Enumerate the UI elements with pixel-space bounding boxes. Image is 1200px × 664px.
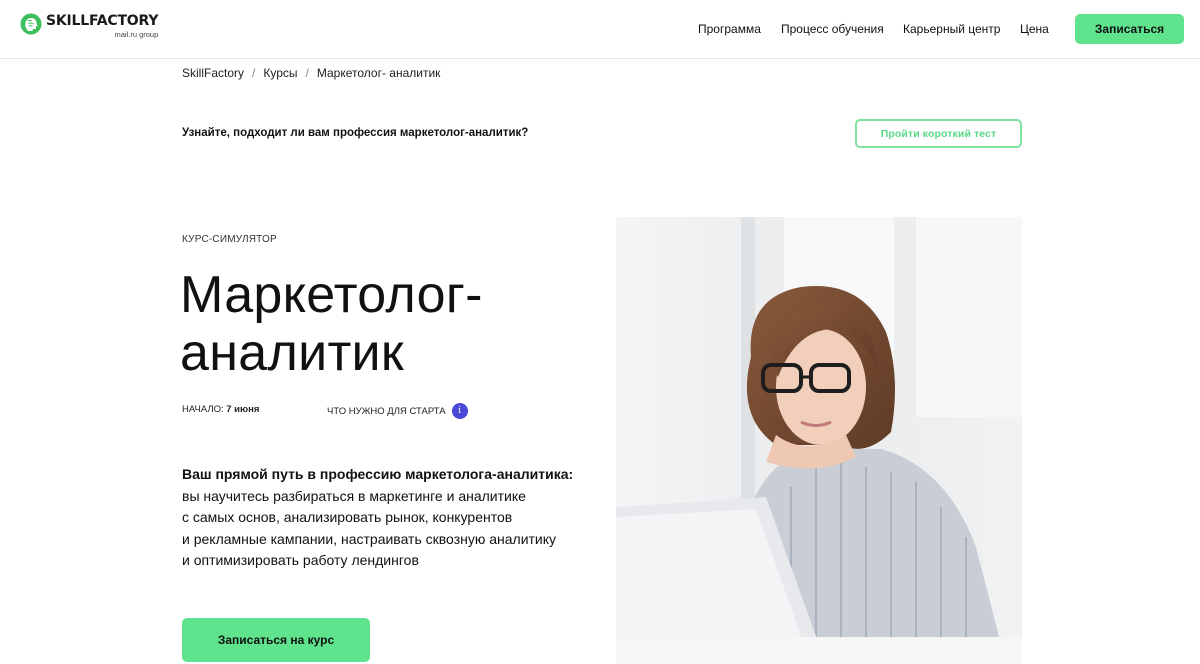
logo-subtitle: mail.ru group — [114, 30, 159, 39]
breadcrumb-item-home[interactable]: SkillFactory — [182, 66, 244, 80]
signup-header-button[interactable]: Записаться — [1075, 14, 1184, 44]
nav-career-center[interactable]: Карьерный центр — [903, 22, 1000, 36]
requirements[interactable]: ЧТО НУЖНО ДЛЯ СТАРТА i — [327, 403, 468, 419]
signup-course-button[interactable]: Записаться на курс — [182, 618, 370, 662]
breadcrumb-separator: / — [252, 66, 256, 80]
take-quiz-button[interactable]: Пройти короткий тест — [855, 119, 1022, 148]
description-line: и оптимизировать работу лендингов — [182, 552, 419, 568]
brain-head-icon — [20, 13, 42, 35]
quiz-question: Узнайте, подходит ли вам профессия марке… — [182, 127, 529, 139]
description-lead: Ваш прямой путь в профессию маркетолога-… — [182, 466, 574, 482]
info-icon[interactable]: i — [451, 403, 468, 419]
description-line: вы научитесь разбираться в маркетинге и … — [182, 487, 526, 504]
nav-program[interactable]: Программа — [698, 22, 761, 36]
page-title: Маркетолог- аналитик — [180, 266, 560, 382]
hero-photo-illustration — [616, 217, 1022, 664]
breadcrumb-item-courses[interactable]: Курсы — [263, 66, 297, 80]
nav-price[interactable]: Цена — [1020, 22, 1049, 36]
breadcrumb: SkillFactory / Курсы / Маркетолог- анали… — [182, 66, 440, 80]
breadcrumb-separator: / — [305, 66, 309, 80]
site-header: SKILLFACTORY mail.ru group Программа Про… — [0, 0, 1200, 59]
start-date-label: НАЧАЛО: — [182, 404, 224, 415]
start-date-value: 7 июня — [226, 404, 260, 415]
course-description: Ваш прямой путь в профессию маркетолога-… — [182, 464, 612, 572]
nav-learning-process[interactable]: Процесс обучения — [781, 22, 884, 36]
description-line: с самых основ, анализировать рынок, конк… — [182, 509, 513, 525]
breadcrumb-item-current: Маркетолог- аналитик — [316, 66, 441, 80]
start-date: НАЧАЛО: 7 июня — [182, 404, 259, 415]
page-title-line-1: Маркетолог- — [180, 266, 483, 324]
course-type-label: КУРС-СИМУЛЯТОР — [182, 234, 277, 245]
hero-photo — [616, 217, 1022, 664]
requirements-label[interactable]: ЧТО НУЖНО ДЛЯ СТАРТА — [327, 406, 446, 417]
logo[interactable]: SKILLFACTORY mail.ru group — [20, 12, 158, 46]
description-line: и рекламные кампании, настраивать сквозн… — [182, 530, 557, 547]
logo-name: SKILLFACTORY — [46, 13, 159, 29]
page-title-line-2: аналитик — [180, 324, 404, 382]
